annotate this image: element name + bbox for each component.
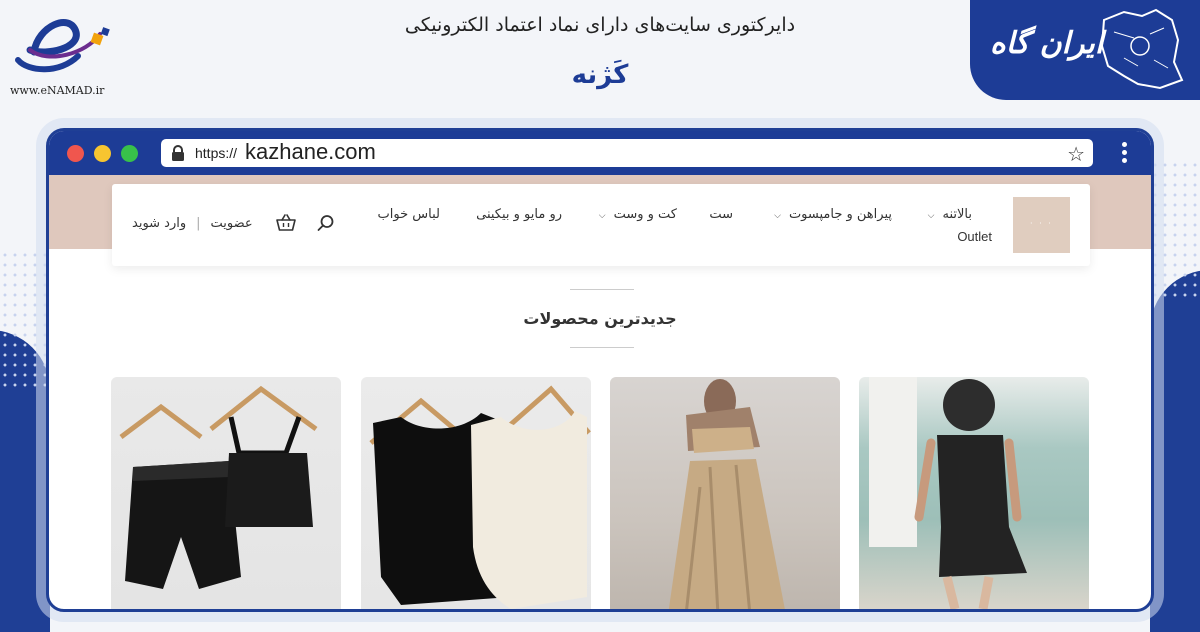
window-maximize-button[interactable] <box>121 145 138 162</box>
nav-item-label: پیراهن و جامپسوت <box>788 207 892 222</box>
browser-window: https:// kazhane.com ☆ · · · بالاتنه ⌵ Ou… <box>46 128 1154 612</box>
window-minimize-button[interactable] <box>94 145 111 162</box>
basket-icon[interactable] <box>276 214 296 232</box>
product-image <box>869 377 1027 609</box>
browser-menu-icon[interactable] <box>1122 142 1127 166</box>
auth-divider: | <box>196 216 201 231</box>
site-logo[interactable]: · · · <box>1013 197 1070 253</box>
window-close-button[interactable] <box>67 145 84 162</box>
nav-item-sets[interactable]: ست <box>709 207 733 222</box>
nav-item-sleepwear[interactable]: لباس خواب <box>378 207 440 222</box>
nav-item-tops[interactable]: بالاتنه ⌵ <box>928 207 972 222</box>
nav-item-label: رو مایو و بیکینی <box>476 207 562 222</box>
site-header: · · · بالاتنه⌵ Outlet پیراهن و جامپسوت⌵ … <box>112 184 1090 266</box>
directory-title: دایرکتوری سایت‌های دارای نماد اعتماد الک… <box>404 14 796 36</box>
nav-item-swimwear[interactable]: رو مایو و بیکینی <box>476 207 562 222</box>
enamad-url: www.eNAMAD.ir <box>10 84 105 97</box>
chevron-down-icon: ⌵ <box>774 211 781 221</box>
nav-item-outlet[interactable]: Outlet <box>957 229 992 244</box>
nav-item-label: بالاتنه <box>942 207 972 222</box>
nav-item-label: لباس خواب <box>377 207 440 222</box>
product-card[interactable] <box>859 377 1089 609</box>
background-wave-right <box>1150 270 1200 632</box>
bookmark-star-icon[interactable]: ☆ <box>1067 142 1085 166</box>
iran-map-icon <box>1100 8 1184 90</box>
auth-links: عضویت | وارد شوید <box>132 216 253 231</box>
product-image <box>369 385 591 609</box>
irangah-logo-text: ایران گاه <box>990 26 1104 61</box>
address-bar[interactable]: https:// kazhane.com ☆ <box>161 139 1093 167</box>
search-icon[interactable] <box>317 214 335 232</box>
product-card[interactable] <box>111 377 341 609</box>
section-title: جدیدترین محصولات <box>523 309 677 328</box>
product-card[interactable] <box>361 377 591 609</box>
url-protocol: https:// <box>195 145 238 161</box>
chevron-down-icon: ⌵ <box>598 211 606 221</box>
login-link[interactable]: وارد شوید <box>132 216 186 231</box>
url-domain: kazhane.com <box>245 139 376 164</box>
lock-icon <box>172 145 184 161</box>
product-image <box>668 379 785 609</box>
product-image <box>119 385 318 589</box>
signup-link[interactable]: عضویت <box>211 216 253 231</box>
product-card[interactable] <box>610 377 840 609</box>
section-divider-bottom <box>570 347 634 348</box>
chevron-down-icon: ⌵ <box>927 211 935 221</box>
enamad-logo[interactable]: www.eNAMAD.ir <box>8 4 116 98</box>
irangah-badge[interactable]: ایران گاه <box>970 0 1200 100</box>
site-name: کَژنه <box>571 60 629 90</box>
browser-toolbar: https:// kazhane.com ☆ <box>49 131 1151 175</box>
enamad-e-icon <box>15 19 110 73</box>
nav-item-label: ست <box>709 207 733 222</box>
section-divider-top <box>570 289 634 290</box>
nav-item-jackets[interactable]: کت و وست ⌵ <box>599 207 677 222</box>
nav-item-label: کت و وست <box>613 207 677 222</box>
nav-item-dresses[interactable]: پیراهن و جامپسوت ⌵ <box>774 207 892 222</box>
